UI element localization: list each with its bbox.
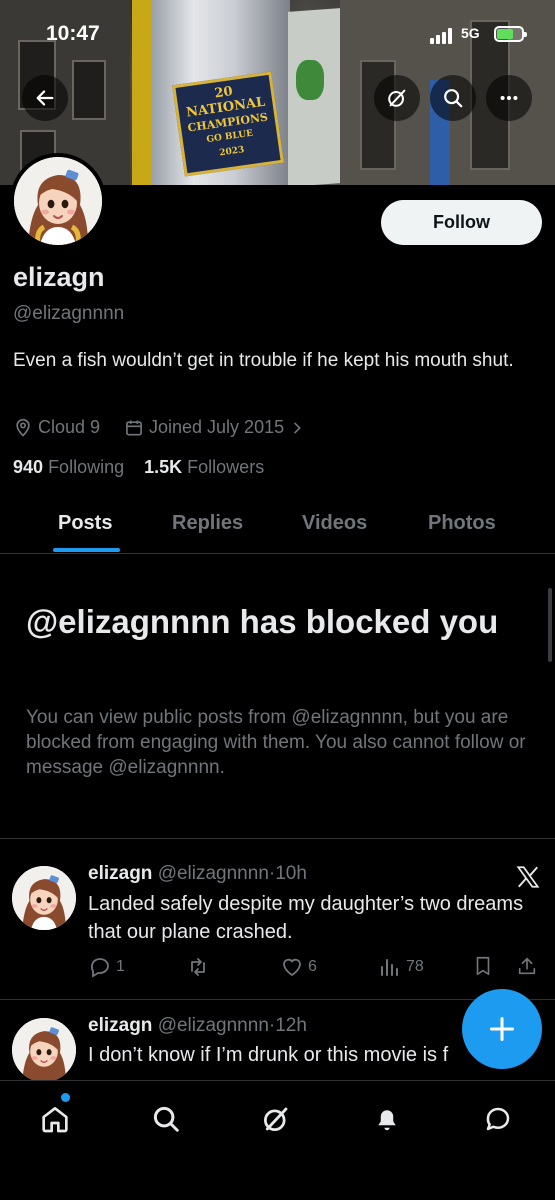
- scrollbar[interactable]: [548, 588, 552, 662]
- post-avatar[interactable]: [12, 866, 76, 930]
- network-label: 5G: [461, 25, 480, 41]
- bottom-navigation: [0, 1080, 555, 1200]
- status-bar: 10:47 5G: [0, 22, 555, 52]
- grok-icon: [264, 1107, 288, 1131]
- blocked-description: You can view public posts from @elizagnn…: [26, 707, 526, 778]
- avatar-illustration: [12, 1018, 76, 1082]
- arrow-left-icon: [36, 90, 54, 106]
- battery-icon: [494, 26, 527, 42]
- nav-notifications[interactable]: [369, 1101, 405, 1137]
- bookmark-button[interactable]: [472, 955, 494, 977]
- blocked-title: @elizagnnnn has blocked you: [26, 603, 499, 640]
- reply-icon: [90, 958, 109, 978]
- divider: [0, 999, 555, 1000]
- post-text: Landed safely despite my daughter’s two …: [88, 893, 524, 943]
- location-text: Cloud 9: [38, 417, 101, 437]
- back-button[interactable]: [22, 75, 68, 121]
- joined-text: Joined July 2015: [149, 417, 285, 437]
- post-author-handle: @elizagnnnn: [157, 1015, 269, 1036]
- post-time: 10h: [275, 863, 307, 884]
- banner-sticker: 20 NATIONAL CHAMPIONS GO BLUE 2023: [172, 71, 284, 177]
- search-icon: [153, 1106, 179, 1132]
- profile-joined[interactable]: Joined July 2015: [124, 417, 305, 438]
- more-button[interactable]: [486, 75, 532, 121]
- status-time: 10:47: [46, 22, 100, 45]
- like-button[interactable]: 6: [280, 955, 317, 979]
- post-actions: 1 6 78: [88, 955, 548, 985]
- views-count: 78: [406, 958, 424, 975]
- compose-button[interactable]: [462, 989, 542, 1069]
- profile-tabs: Posts Replies Videos Photos: [0, 500, 555, 554]
- profile-stats: 940 Following 1.5K Followers: [13, 457, 264, 478]
- active-tab-indicator: [53, 548, 120, 552]
- avatar-illustration: [12, 866, 76, 930]
- tab-photos[interactable]: Photos: [428, 512, 496, 535]
- post-author-name[interactable]: elizagn: [88, 863, 152, 884]
- notifications-icon: [378, 1110, 396, 1131]
- profile-location: Cloud 9: [13, 417, 100, 438]
- more-horizontal-icon: [500, 95, 518, 101]
- messages-icon: [486, 1107, 510, 1131]
- reply-button[interactable]: 1: [88, 955, 125, 979]
- tab-replies[interactable]: Replies: [172, 512, 243, 535]
- post-header: elizagn @elizagnnnn·10h: [88, 863, 307, 884]
- search-button[interactable]: [430, 75, 476, 121]
- chevron-right-icon: [294, 422, 301, 433]
- following-link[interactable]: 940 Following: [13, 457, 124, 477]
- retweet-button[interactable]: [186, 955, 214, 979]
- profile-display-name: elizagn: [13, 262, 105, 292]
- signal-icon: [430, 28, 456, 49]
- views-button[interactable]: 78: [378, 955, 424, 979]
- profile-handle: @elizagnnnn: [13, 303, 125, 324]
- location-pin-icon: [16, 418, 30, 437]
- plus-icon: [489, 1016, 515, 1042]
- search-icon: [444, 89, 463, 108]
- share-icon: [518, 957, 536, 975]
- post-header: elizagn @elizagnnnn·12h: [88, 1015, 307, 1036]
- post-avatar[interactable]: [12, 1018, 76, 1082]
- post-author-handle: @elizagnnnn: [157, 863, 269, 884]
- calendar-icon: [126, 420, 142, 435]
- reply-count: 1: [116, 958, 125, 975]
- share-button[interactable]: [516, 955, 538, 977]
- avatar-illustration: [14, 157, 102, 245]
- profile-bio: Even a fish wouldn’t get in trouble if h…: [13, 350, 514, 371]
- bookmark-icon: [476, 956, 490, 976]
- home-icon: [42, 1107, 68, 1133]
- divider: [0, 838, 555, 839]
- tab-posts[interactable]: Posts: [58, 512, 112, 535]
- battery-level: [497, 29, 513, 39]
- nav-messages[interactable]: [480, 1101, 516, 1137]
- nav-home[interactable]: [37, 1101, 73, 1137]
- profile-avatar[interactable]: [10, 153, 106, 249]
- followers-link[interactable]: 1.5K Followers: [144, 457, 264, 477]
- retweet-icon: [191, 958, 205, 976]
- post-time: 12h: [275, 1015, 307, 1036]
- nav-grok[interactable]: [258, 1101, 294, 1137]
- home-notification-dot: [61, 1093, 70, 1102]
- post-author-name[interactable]: elizagn: [88, 1015, 152, 1036]
- nav-search[interactable]: [148, 1101, 184, 1137]
- heart-icon: [283, 958, 301, 977]
- grok-icon: [388, 89, 406, 107]
- like-count: 6: [308, 958, 317, 975]
- grok-button[interactable]: [374, 75, 420, 121]
- follow-button[interactable]: Follow: [381, 200, 542, 245]
- tab-videos[interactable]: Videos: [302, 512, 367, 535]
- views-icon: [381, 959, 398, 976]
